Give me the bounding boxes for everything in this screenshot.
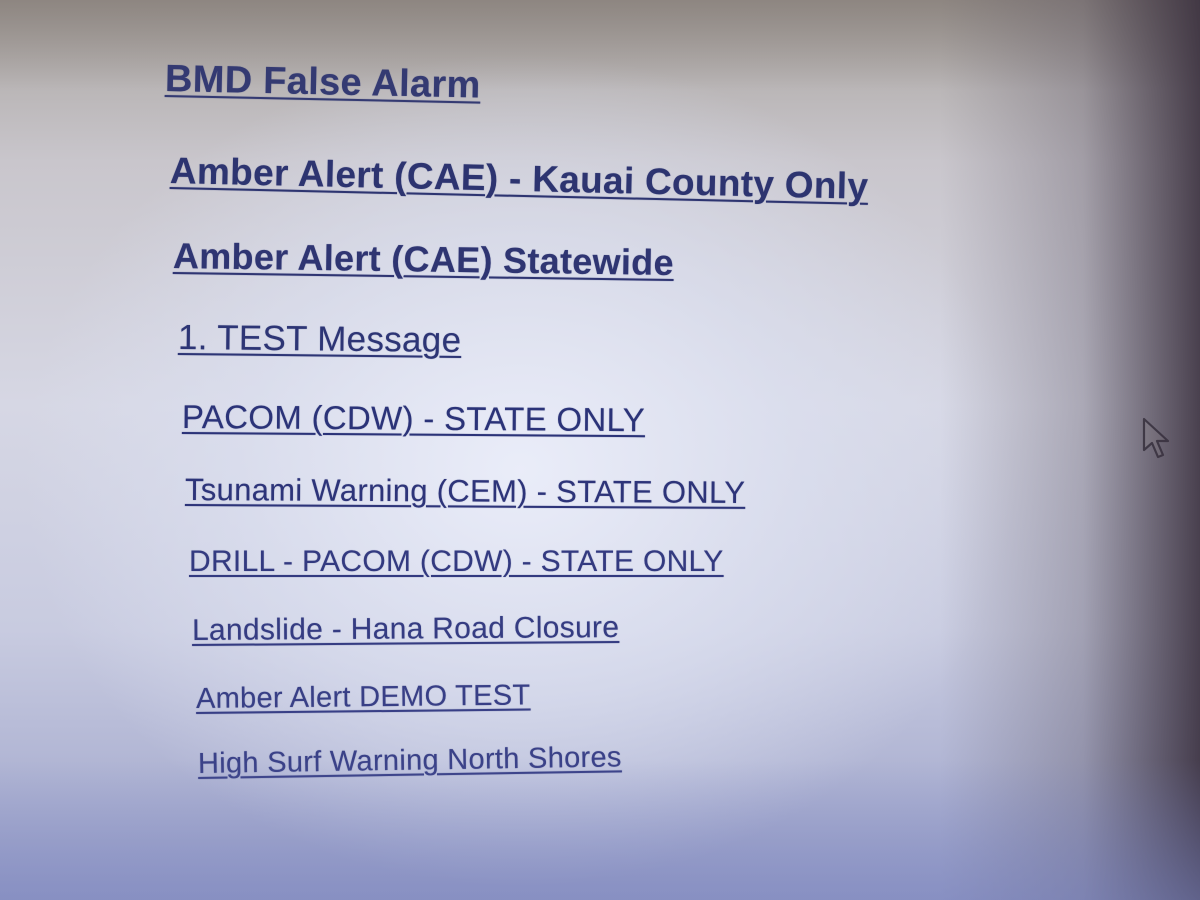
arrow-pointer-icon [1140,416,1180,462]
alert-link-tsunami-warning[interactable]: Tsunami Warning (CEM) - STATE ONLY [185,472,745,511]
alert-link-amber-alert-statewide[interactable]: Amber Alert (CAE) Statewide [173,235,674,284]
alert-link-high-surf-warning[interactable]: High Surf Warning North Shores [198,741,622,781]
alert-link-test-message[interactable]: 1. TEST Message [178,318,462,361]
alert-link-amber-alert-demo-test[interactable]: Amber Alert DEMO TEST [196,679,531,716]
alert-link-landslide-hana-road[interactable]: Landslide - Hana Road Closure [192,611,620,648]
alert-link-drill-pacom[interactable]: DRILL - PACOM (CDW) - STATE ONLY [189,545,724,579]
alert-link-list: BMD False Alarm Amber Alert (CAE) - Kaua… [0,0,1200,900]
alert-link-bmd-false-alarm[interactable]: BMD False Alarm [165,58,481,108]
alert-link-pacom-state-only[interactable]: PACOM (CDW) - STATE ONLY [182,398,645,439]
alert-link-amber-alert-kauai[interactable]: Amber Alert (CAE) - Kauai County Only [170,150,869,208]
